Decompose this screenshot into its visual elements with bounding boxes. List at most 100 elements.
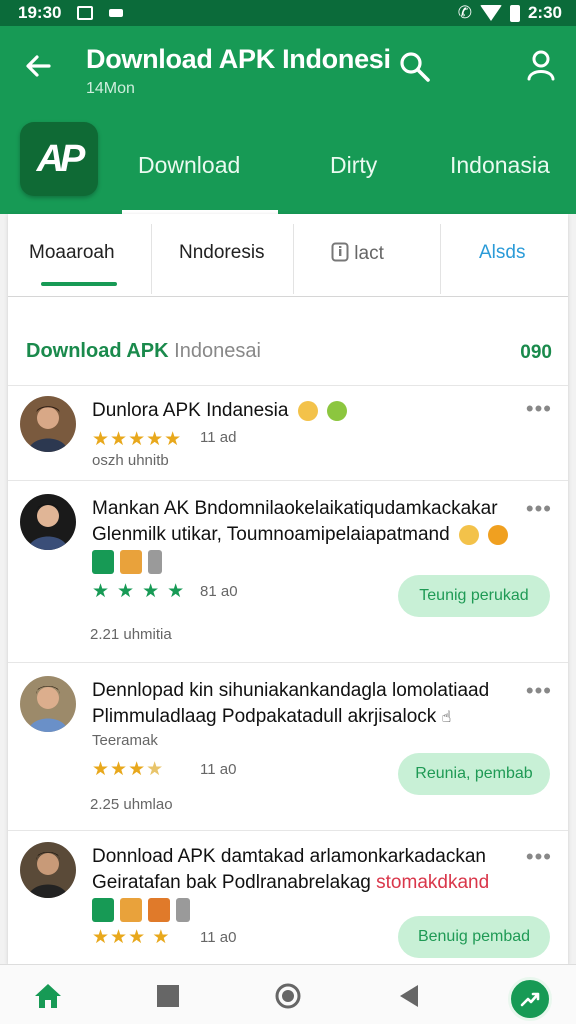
emoji-icon [297,400,318,421]
avatar [20,396,76,452]
content-card: Moaaroah Nndoresis lact Alsds Download A… [8,214,568,964]
back-button[interactable] [18,46,58,86]
attachment-icons [92,898,190,922]
avatar [20,494,76,550]
battery-saver-icon [109,9,124,17]
subtab-divider [293,224,294,294]
section-count: 090 [520,342,552,363]
triangle-back-icon [400,985,418,1007]
avatar [20,676,76,732]
more-options-button[interactable]: ••• [526,678,552,704]
star-rating: ★★★★ [92,581,193,602]
review-text-content: Plimmuladlaag Podpakatadull akrjisalock [92,706,437,727]
review-footer: oszh uhnitb [92,452,169,469]
review-time: 11 a0 [200,761,237,778]
review-footer: 2.21 uhmitia [90,626,172,643]
subtab-lact[interactable]: lact [331,242,384,265]
more-options-button[interactable]: ••• [526,844,552,870]
review-time: 11 ad [200,429,237,446]
star-rating: ★★★ ★ [92,927,171,948]
app-logo: AP [20,122,98,196]
section-title-light: Indonesai [174,340,261,362]
subtab-divider [151,224,152,294]
subtab-moaaroah[interactable]: Moaaroah [29,242,115,264]
recents-button[interactable] [150,979,186,1013]
image-thumb-icon [120,898,142,922]
image-thumb-icon [148,898,170,922]
status-time-right: 2:30 [527,3,562,22]
app-bar: Download APK Indonesi 14Mon AP Download … [0,26,576,214]
review-action-button[interactable]: Reunia, pembab [398,753,550,795]
notification-icon [77,6,94,20]
emoji-icon [458,524,479,545]
review-text-highlight: stomakdkand [376,872,490,893]
attachment-icons [92,550,162,574]
image-thumb-icon [92,898,114,922]
review-text: Geiratafan bak Podlranabrelakag stomakdk… [92,872,489,894]
review-text-content: Geiratafan bak Podlranabrelakag [92,872,371,893]
page-title: Download APK Indonesi [86,44,391,74]
back-arrow-icon [26,55,51,77]
review-action-button[interactable]: Teunig perukad [398,575,550,617]
search-button[interactable] [398,50,432,84]
image-thumb-icon [92,550,114,574]
back-nav-button[interactable] [390,979,426,1013]
review-time: 11 a0 [200,929,237,946]
account-button[interactable] [522,46,560,84]
info-icon [331,242,349,262]
home-circle-button[interactable] [270,979,306,1013]
subtab-indicator [41,282,117,286]
user-icon [527,50,555,81]
home-icon [35,984,61,1008]
review-footer: 2.25 uhmlao [90,796,173,813]
star-rating: ★★★★★ [92,429,183,450]
subtab-divider [440,224,441,294]
review-title: Dennlopad kin sihuniakankandagla lomolat… [92,680,490,701]
more-options-button[interactable]: ••• [526,396,552,422]
emoji-icon [488,524,509,545]
review-title: Mankan AK Bndomnilaokelaikatiqudamkackak… [92,498,498,519]
subtab-alsds[interactable]: Alsds [479,242,525,264]
review-title: Dunlora APK Indanesia [92,400,348,422]
circle-icon [275,983,301,1009]
subtab-divider-line [8,296,568,297]
status-time: 19:30 [18,3,62,22]
emoji-icon [327,400,348,421]
divider [8,480,568,481]
review-text: Glenmilk utikar, Toumnoamipelaiapatmand [92,524,509,546]
trend-arrow-icon [520,992,540,1007]
review-time: 81 a0 [200,583,238,600]
divider [8,830,568,831]
wifi-icon [479,5,502,21]
image-thumb-icon [120,550,142,574]
review-title-text: Dunlora APK Indanesia [92,400,289,421]
square-icon [157,985,179,1007]
subtab-nndoresis[interactable]: Nndoresis [179,242,265,264]
review-title: Donnload APK damtakad arlamonkarkadackan [92,846,486,867]
avatar [20,842,76,898]
image-thumb-icon [148,550,162,574]
battery-icon [509,4,520,22]
review-tag: Teeramak [92,732,158,749]
divider [8,662,568,663]
bottom-nav-bar [0,964,576,1024]
review-text: Plimmuladlaag Podpakatadull akrjisalock … [92,706,451,728]
image-thumb-icon [176,898,190,922]
page-subtitle: 14Mon [86,80,135,97]
app-logo-text: AP [36,137,86,180]
hand-icon: ☝ [441,709,452,726]
star-rating: ★★★★ [92,759,165,780]
tab-download[interactable]: Download [138,152,240,179]
floating-action-button[interactable] [508,977,552,1021]
subtab-lact-label: lact [354,243,384,264]
divider [8,385,568,386]
tab-indonasia[interactable]: Indonasia [450,152,550,179]
more-options-button[interactable]: ••• [526,496,552,522]
review-text-content: Glenmilk utikar, Toumnoamipelaiapatmand [92,524,450,545]
review-action-button[interactable]: Benuig pembad [398,916,550,958]
sync-icon: ✆ [457,3,472,22]
section-title-bold: Download APK [26,340,169,362]
search-icon [400,52,430,82]
tab-dirty[interactable]: Dirty [330,152,377,179]
home-button[interactable] [30,979,66,1013]
